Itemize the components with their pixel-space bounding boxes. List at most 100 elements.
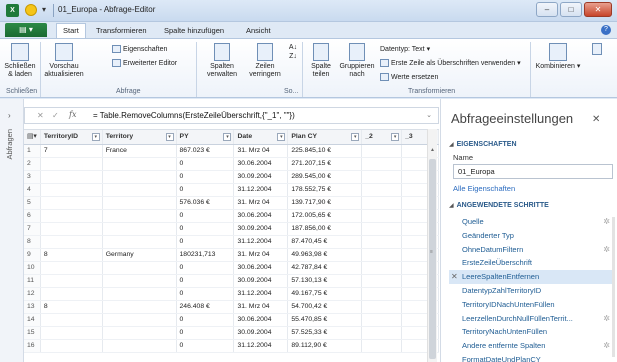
steps-scrollbar[interactable] [612,217,615,357]
scrollbar-thumb[interactable] [429,159,436,359]
table-cell[interactable] [102,222,177,236]
table-cell[interactable] [361,274,403,288]
table-cell[interactable]: 139.717,90 € [287,196,363,210]
tab-ansicht[interactable]: Ansicht [240,25,277,36]
table-cell[interactable] [40,222,103,236]
quick-access-dropdown-icon[interactable]: ▾ [42,5,46,14]
table-row[interactable]: 4 0 31.12.2004 178.552,75 € [24,183,439,197]
table-cell[interactable]: 0 [176,235,235,249]
table-cell[interactable]: 87.470,45 € [287,235,363,249]
table-row[interactable]: 16 0 31.12.2004 89.112,90 € [24,339,439,353]
table-cell[interactable] [361,183,403,197]
delete-step-icon[interactable]: ✕ [451,270,458,284]
table-cell[interactable]: 0 [176,313,235,327]
sort-buttons[interactable]: A↓ Z↓ [288,43,298,61]
table-cell[interactable]: Germany [102,248,177,262]
column-header[interactable]: Date ▾ [233,130,289,145]
step-settings-gear-icon[interactable]: ✲ [603,312,610,326]
row-number[interactable]: 11 [24,274,41,288]
column-header[interactable]: Territory ▾ [102,130,177,145]
replace-values-button[interactable]: Werte ersetzen [380,73,438,81]
applied-step-item[interactable]: LeerzellenDurchNullFüllenTerrit... ✲ [449,312,614,326]
table-cell[interactable]: 867.023 € [176,144,235,158]
row-number[interactable]: 3 [24,170,41,184]
table-cell[interactable]: 31. Mrz 04 [233,144,289,158]
query-name-input[interactable]: 01_Europa [453,164,613,179]
minimize-button[interactable]: – [536,2,558,17]
applied-step-item[interactable]: Quelle ✲ [449,215,614,229]
table-cell[interactable]: 31.12.2004 [233,183,289,197]
table-cell[interactable] [102,196,177,210]
applied-step-item[interactable]: ✕ LeereSpaltenEntfernen [449,270,614,284]
queries-sidebar[interactable]: › Abfragen [0,99,24,362]
tab-transformieren[interactable]: Transformieren [90,25,153,36]
table-row[interactable]: 14 0 30.06.2004 55.470,85 € [24,313,439,327]
column-header[interactable]: TerritoryID ▾ [40,130,103,145]
filter-dropdown-icon[interactable]: ▾ [223,133,232,141]
table-row[interactable]: 2 0 30.06.2004 271.207,15 € [24,157,439,171]
table-row[interactable]: 10 0 30.06.2004 42.787,84 € [24,261,439,275]
table-row[interactable]: 7 0 30.09.2004 187.856,00 € [24,222,439,236]
filter-dropdown-icon[interactable]: ▾ [351,133,360,141]
table-cell[interactable] [40,287,103,301]
table-cell[interactable] [361,157,403,171]
table-cell[interactable] [361,326,403,340]
table-cell[interactable] [40,183,103,197]
table-cell[interactable] [102,339,177,353]
row-number[interactable]: 10 [24,261,41,275]
cancel-formula-icon[interactable]: ✕ [37,111,44,120]
column-header[interactable]: _2 ▾ [361,130,403,145]
table-corner[interactable]: ▤▾ [24,130,41,145]
filter-dropdown-icon[interactable]: ▾ [391,133,400,141]
data-type-dropdown[interactable]: Datentyp: Text ▾ [380,45,430,53]
table-cell[interactable]: 0 [176,157,235,171]
smiley-feedback-icon[interactable] [25,4,37,16]
table-cell[interactable]: 0 [176,222,235,236]
table-cell[interactable]: 55.470,85 € [287,313,363,327]
tab-start[interactable]: Start [56,23,86,38]
table-cell[interactable] [361,209,403,223]
table-cell[interactable] [40,196,103,210]
table-cell[interactable]: 0 [176,170,235,184]
reduce-rows-button[interactable]: Zeilen verringern [244,43,286,79]
applied-step-item[interactable]: FormatDateUndPlanCY [449,353,614,362]
table-cell[interactable] [102,274,177,288]
table-cell[interactable]: 8 [40,248,103,262]
table-cell[interactable]: 31. Mrz 04 [233,300,289,314]
table-cell[interactable] [40,326,103,340]
table-cell[interactable] [40,274,103,288]
file-menu-button[interactable]: ▤ ▾ [5,23,47,37]
column-header[interactable]: Plan CY ▾ [287,130,363,145]
table-cell[interactable] [40,170,103,184]
table-cell[interactable]: 30.06.2004 [233,157,289,171]
table-cell[interactable]: 0 [176,183,235,197]
advanced-editor-button[interactable]: Erweiterter Editor [112,59,177,67]
close-button[interactable]: ✕ [584,2,612,17]
close-pane-icon[interactable]: ✕ [592,114,600,125]
table-cell[interactable]: 89.112,90 € [287,339,363,353]
confirm-formula-icon[interactable]: ✓ [52,111,59,120]
applied-step-item[interactable]: TerritoryIDNachUntenFüllen [449,298,614,312]
refresh-preview-button[interactable]: Vorschau aktualisieren [43,43,85,79]
table-row[interactable]: 12 0 31.12.2004 49.167,75 € [24,287,439,301]
table-cell[interactable] [102,235,177,249]
table-cell[interactable]: 187.856,00 € [287,222,363,236]
row-number[interactable]: 15 [24,326,41,340]
sort-ascending-icon[interactable]: A↓ [288,43,298,52]
applied-step-item[interactable]: Geänderter Typ [449,229,614,243]
table-cell[interactable] [102,326,177,340]
row-number[interactable]: 13 [24,300,41,314]
applied-step-item[interactable]: Andere entfernte Spalten ✲ [449,339,614,353]
table-cell[interactable] [361,196,403,210]
first-row-headers-button[interactable]: Erste Zeile als Überschriften verwenden … [380,59,521,68]
filter-dropdown-icon[interactable]: ▾ [277,133,286,141]
table-cell[interactable]: 172.005,65 € [287,209,363,223]
row-number[interactable]: 16 [24,339,41,353]
table-cell[interactable] [361,248,403,262]
table-row[interactable]: 13 8 246.408 €31. Mrz 04 54.700,42 € [24,300,439,314]
filter-dropdown-icon[interactable]: ▾ [165,133,174,141]
applied-step-item[interactable]: TerritoryNachUntenFüllen [449,325,614,339]
properties-section-header[interactable]: ◢ EIGENSCHAFTEN [449,141,517,148]
table-cell[interactable] [361,222,403,236]
table-cell[interactable] [361,287,403,301]
